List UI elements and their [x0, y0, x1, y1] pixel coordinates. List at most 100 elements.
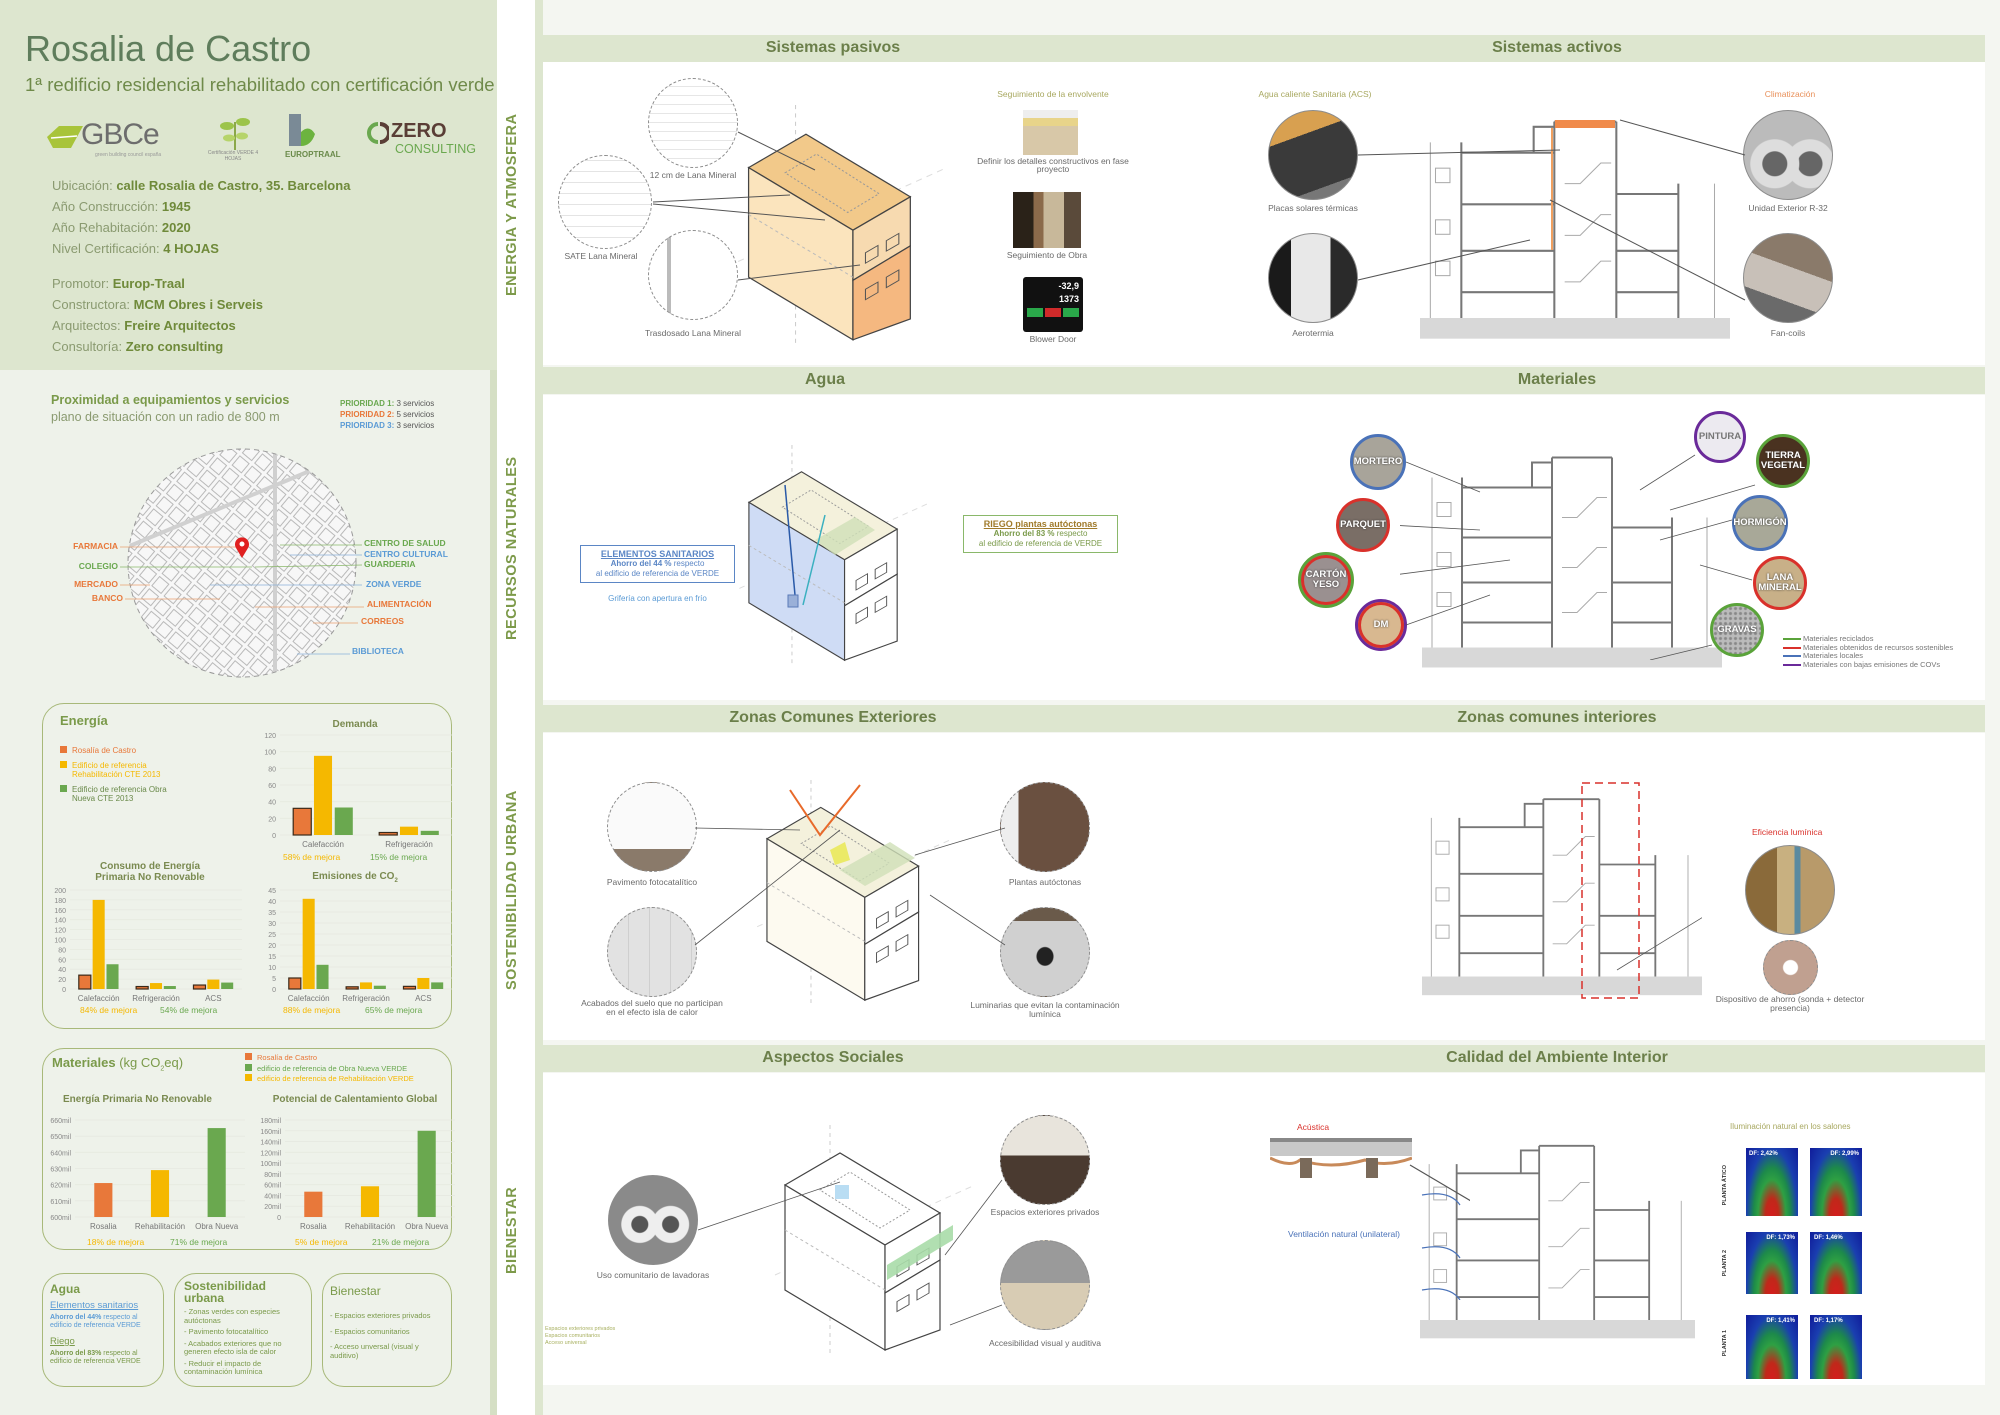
x-tick-label: Refrigeración — [132, 994, 180, 1003]
y-tick-label: 650mil — [50, 1134, 71, 1141]
x-tick-label: Refrigeración — [385, 840, 433, 849]
consumo-chart: 0 20 40 60 80 100 120 140 160 180 200 Calefacción Re… — [54, 888, 242, 1003]
bar — [192, 984, 207, 990]
detail-circle-sate — [558, 155, 652, 249]
y-tick-label: 60mil — [264, 1183, 281, 1190]
priority-3: PRIORIDAD 3: 3 servicios — [340, 421, 435, 430]
y-tick-label: 10 — [268, 965, 276, 972]
x-tick-label: Refrigeración — [342, 994, 390, 1003]
demanda-mejora-calefaccion: 58% de mejora — [283, 852, 341, 862]
pcg-mejora-2: 21% de mejora — [372, 1237, 430, 1247]
y-tick-label: 0 — [62, 987, 66, 994]
bar — [334, 807, 353, 835]
sostenibilidad-summary-card: Sostenibilidad urbana - Zonas verdes con… — [174, 1273, 312, 1387]
y-tick-label: 15 — [268, 954, 276, 961]
y-tick-label: 40 — [268, 800, 276, 807]
category-sostenibilidad-urbana: SOSTENIBILIDAD URBANA — [504, 790, 520, 990]
bar — [292, 807, 312, 836]
y-tick-label: 40 — [58, 967, 66, 974]
y-tick-label: 640mil — [50, 1150, 71, 1157]
map-label-centro-cultural: CENTRO CULTURAL — [364, 549, 448, 559]
y-tick-label: 100 — [54, 938, 66, 945]
y-tick-label: 20 — [268, 943, 276, 950]
section-title-materiales: Materiales — [1517, 371, 1597, 388]
y-tick-label: 0 — [272, 833, 276, 840]
map-label-colegio: COLEGIO — [78, 561, 118, 571]
activos-leader-lines — [1357, 119, 1746, 301]
bar — [316, 964, 329, 989]
y-tick-label: 160 — [54, 908, 66, 915]
y-tick-label: 140 — [54, 918, 66, 925]
material-tierra-vegetal: TIERRA VEGETAL — [1756, 434, 1810, 488]
y-tick-label: 25 — [268, 932, 276, 939]
info-arquitectos: Arquitectos: Freire Arquitectos — [52, 318, 236, 333]
consumo-mejora-2: 54% de mejora — [160, 1005, 218, 1015]
y-tick-label: 80 — [58, 947, 66, 954]
bar — [313, 755, 333, 835]
agua-isometric-building — [738, 445, 932, 665]
highlight-stairwell — [1581, 782, 1640, 999]
section-title-zonas-interiores: Zonas comunes interiores — [1457, 709, 1657, 726]
y-tick-label: 180 — [54, 898, 66, 905]
demanda-mejora-refrigeracion: 15% de mejora — [370, 852, 428, 862]
bar — [221, 982, 234, 989]
bar — [207, 1128, 226, 1217]
section-title-zonas-exteriores: Zonas Comunes Exteriores — [729, 709, 937, 726]
y-tick-label: 35 — [268, 910, 276, 917]
y-tick-label: 60 — [268, 783, 276, 790]
section-title-agua: Agua — [805, 371, 845, 388]
daylight-map: DF: 1,73% — [1746, 1232, 1798, 1294]
daylight-map: DF: 1,17% — [1810, 1315, 1862, 1379]
energia-legend: Rosalía de Castro Edificio de referencia… — [60, 746, 180, 804]
bar — [207, 979, 220, 989]
bar — [399, 826, 419, 835]
row-label-planta-2: PLANTA 2 — [1722, 1250, 1728, 1277]
interiores-section-drawing — [1422, 782, 1702, 999]
x-tick-label: Obra Nueva — [195, 1222, 239, 1231]
y-tick-label: 80 — [268, 766, 276, 773]
zero-ring-icon — [367, 122, 389, 144]
daylight-map: DF: 2,42% — [1746, 1148, 1798, 1216]
acs-label: Agua caliente Sanitaria (ACS) — [1258, 89, 1372, 99]
category-recursos-naturales: RECURSOS NATURALES — [504, 456, 520, 640]
y-tick-label: 20mil — [264, 1204, 281, 1211]
bienestar-summary-card: Bienestar - Espacios exteriores privados… — [322, 1273, 452, 1387]
acustica-label: Acústica — [1297, 1122, 1330, 1132]
blower-door-screen: -32,9 1373 — [1023, 277, 1083, 332]
material-lana-mineral: LANA MINERAL — [1753, 556, 1807, 610]
y-tick-label: 630mil — [50, 1167, 71, 1174]
climatizacion-label: Climatización — [1764, 89, 1816, 99]
material-carton-yeso: CARTÓN YESO — [1298, 552, 1354, 608]
bar — [417, 1130, 436, 1217]
section-title-calidad-ambiente: Calidad del Ambiente Interior — [1446, 1049, 1668, 1066]
photo-plantas-autoctonas — [1000, 782, 1090, 872]
demanda-chart: 0 20 40 60 80 100 120 Calefacción Refrigeración — [264, 733, 452, 849]
priority-1: PRIORIDAD 1: 3 servicios — [340, 399, 435, 408]
mat-legend-obra-nueva: edificio de referencia de Obra Nueva VER… — [245, 1063, 414, 1075]
exteriores-leader-lines — [694, 827, 1006, 946]
x-tick-label: Obra Nueva — [405, 1222, 449, 1231]
bar — [135, 985, 149, 990]
y-tick-label: 180mil — [260, 1118, 281, 1125]
x-tick-label: Rosalia — [300, 1222, 327, 1231]
mat-legend-rosalia: Rosalía de Castro — [245, 1053, 414, 1064]
bar — [78, 974, 92, 990]
y-tick-label: 160mil — [260, 1129, 281, 1136]
row-label-planta-1: PLANTA 1 — [1722, 1330, 1728, 1357]
europtraal-logo: EUROPTRAAL — [285, 112, 345, 164]
epnr-chart: 600mil 610mil 620mil 630mil 640mil 650mil 660m… — [50, 1118, 245, 1231]
category-energia-atmosfera: ENERGIA Y ATMOSFERA — [504, 113, 520, 297]
map-label-centro-salud: CENTRO DE SALUD — [364, 538, 446, 548]
y-tick-label: 140mil — [260, 1140, 281, 1147]
x-tick-label: Calefacción — [288, 994, 330, 1003]
agua-summary-card: Agua Elementos sanitarios Ahorro del 44%… — [42, 1273, 164, 1387]
info-ano-construccion: Año Construcción: 1945 — [52, 199, 191, 214]
iluminacion-label: Iluminación natural en los salones — [1730, 1122, 1851, 1131]
x-tick-label: Rehabilitación — [345, 1222, 395, 1231]
proximity-title: Proximidad a equipamientos y servicios — [51, 393, 290, 407]
y-tick-label: 30 — [268, 921, 276, 928]
x-tick-label: ACS — [415, 994, 431, 1003]
caption-acabados: Acabados del suelo que no participan en … — [581, 998, 723, 1017]
photo-placas-solares — [1268, 110, 1358, 200]
y-tick-label: 40 — [268, 899, 276, 906]
